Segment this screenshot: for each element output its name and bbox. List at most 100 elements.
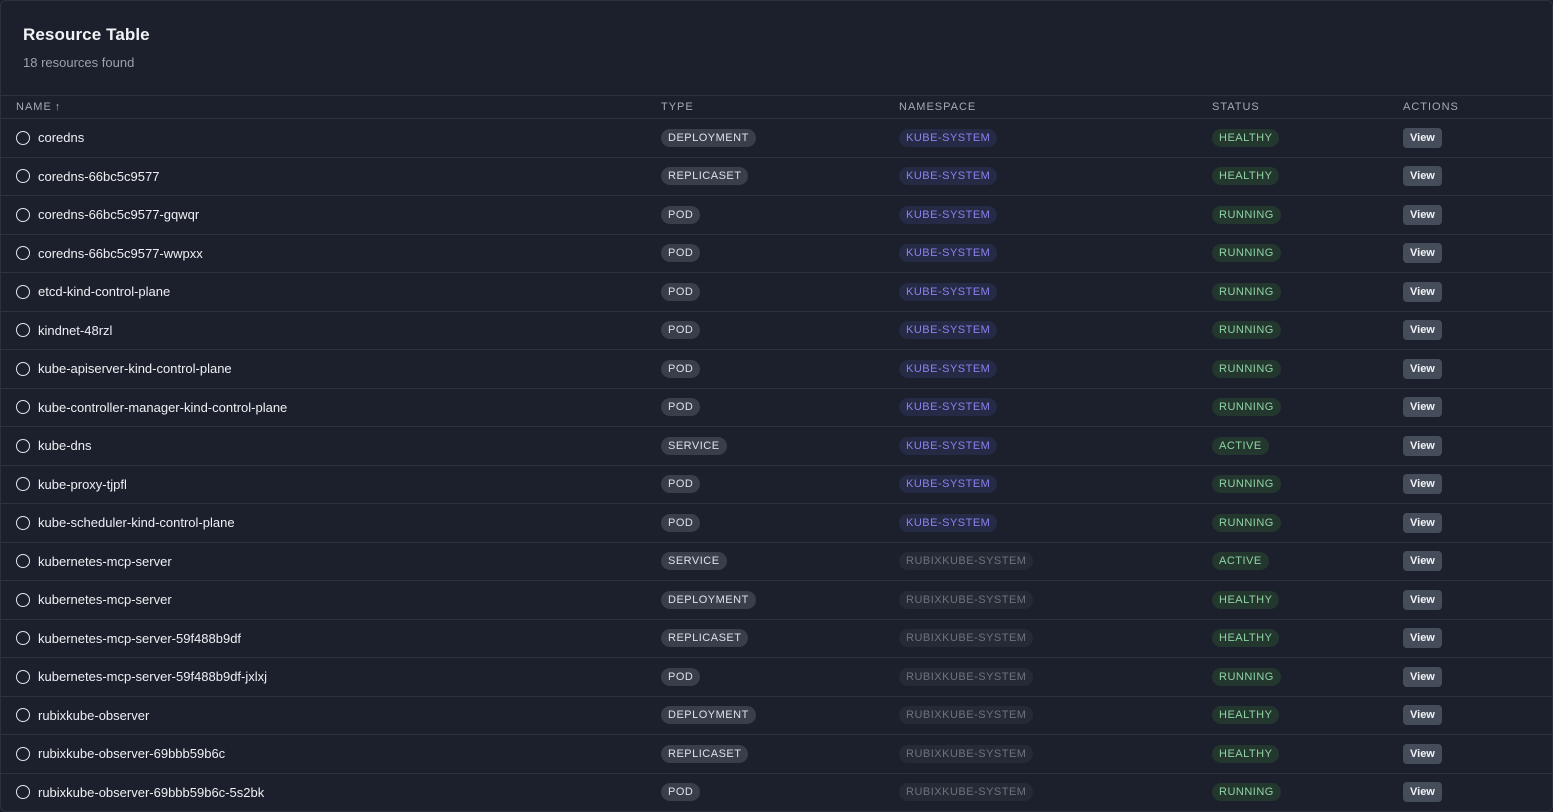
cell-actions: View	[1403, 311, 1552, 350]
cell-status: RUNNING	[1212, 234, 1403, 273]
column-header-type[interactable]: TYPE	[661, 96, 899, 119]
cell-actions: View	[1403, 273, 1552, 312]
column-header-status[interactable]: STATUS	[1212, 96, 1403, 119]
column-header-actions: ACTIONS	[1403, 101, 1459, 113]
view-button[interactable]: View	[1403, 512, 1442, 533]
resource-name: kubernetes-mcp-server	[38, 592, 172, 608]
resource-name: rubixkube-observer	[38, 707, 150, 723]
table-row[interactable]: rubixkube-observer DEPLOYMENT RUBIXKUBE-SY…	[1, 696, 1552, 735]
type-badge: DEPLOYMENT	[661, 706, 756, 725]
table-row[interactable]: kindnet-48rzl POD KUBE-SYSTEM RUNNING View	[1, 311, 1552, 350]
type-badge: SERVICE	[661, 436, 727, 455]
row-select-radio[interactable]	[16, 785, 30, 800]
view-button[interactable]: View	[1403, 166, 1442, 187]
cell-name: etcd-kind-control-plane	[1, 273, 661, 312]
table-row[interactable]: kube-controller-manager-kind-control-pla…	[1, 388, 1552, 427]
resource-table-panel: Resource Table 18 resources found NAME ↑ …	[0, 0, 1553, 812]
view-button[interactable]: View	[1403, 782, 1442, 803]
sort-ascending-icon[interactable]: ↑	[55, 101, 62, 113]
column-header-namespace[interactable]: NAMESPACE	[899, 96, 1212, 119]
row-select-radio[interactable]	[16, 669, 30, 684]
view-button[interactable]: View	[1403, 281, 1442, 302]
view-button[interactable]: View	[1403, 127, 1442, 148]
table-row[interactable]: rubixkube-observer-69bbb59b6c-5s2bk POD RU…	[1, 773, 1552, 811]
status-badge: ACTIVE	[1212, 436, 1269, 455]
cell-namespace: KUBE-SYSTEM	[899, 273, 1212, 312]
cell-namespace: KUBE-SYSTEM	[899, 504, 1212, 543]
cell-namespace: KUBE-SYSTEM	[899, 196, 1212, 235]
table-row[interactable]: coredns-66bc5c9577 REPLICASET KUBE-SYSTEM H…	[1, 157, 1552, 196]
name-wrap: etcd-kind-control-plane	[16, 284, 661, 299]
view-button[interactable]: View	[1403, 397, 1442, 418]
cell-namespace: RUBIXKUBE-SYSTEM	[899, 542, 1212, 581]
row-select-radio[interactable]	[16, 438, 30, 453]
view-button[interactable]: View	[1403, 628, 1442, 649]
row-select-radio[interactable]	[16, 400, 30, 415]
row-select-radio[interactable]	[16, 554, 30, 569]
resource-name: kubernetes-mcp-server	[38, 553, 172, 569]
row-select-radio[interactable]	[16, 631, 30, 646]
column-header-name[interactable]: NAME ↑	[1, 96, 661, 119]
view-button[interactable]: View	[1403, 474, 1442, 495]
row-select-radio[interactable]	[16, 592, 30, 607]
row-select-radio[interactable]	[16, 323, 30, 338]
name-wrap: kube-scheduler-kind-control-plane	[16, 515, 661, 530]
view-button[interactable]: View	[1403, 589, 1442, 610]
view-button[interactable]: View	[1403, 204, 1442, 225]
table-row[interactable]: kubernetes-mcp-server-59f488b9df REPLICAS…	[1, 619, 1552, 658]
row-select-radio[interactable]	[16, 361, 30, 376]
row-select-radio[interactable]	[16, 169, 30, 184]
resource-name: kube-dns	[38, 438, 92, 454]
namespace-badge: RUBIXKUBE-SYSTEM	[899, 552, 1034, 571]
row-select-radio[interactable]	[16, 515, 30, 530]
cell-type: DEPLOYMENT	[661, 119, 899, 158]
view-button[interactable]: View	[1403, 358, 1442, 379]
cell-namespace: RUBIXKUBE-SYSTEM	[899, 735, 1212, 774]
table-row[interactable]: etcd-kind-control-plane POD KUBE-SYSTEM RUN…	[1, 273, 1552, 312]
cell-status: HEALTHY	[1212, 696, 1403, 735]
view-button[interactable]: View	[1403, 435, 1442, 456]
cell-namespace: KUBE-SYSTEM	[899, 388, 1212, 427]
resource-count: 18 resources found	[23, 55, 135, 70]
view-button[interactable]: View	[1403, 743, 1442, 764]
cell-status: RUNNING	[1212, 196, 1403, 235]
table-row[interactable]: kube-proxy-tjpfl POD KUBE-SYSTEM RUNNING Vie…	[1, 465, 1552, 504]
row-select-radio[interactable]	[16, 207, 30, 222]
table-row[interactable]: kubernetes-mcp-server SERVICE RUBIXKUBE-SY…	[1, 542, 1552, 581]
type-badge: REPLICASET	[661, 744, 749, 763]
view-button[interactable]: View	[1403, 666, 1442, 687]
table-body: coredns DEPLOYMENT KUBE-SYSTEM HEALTHY View c…	[1, 119, 1552, 811]
view-button[interactable]: View	[1403, 551, 1442, 572]
cell-namespace: RUBIXKUBE-SYSTEM	[899, 658, 1212, 697]
view-button[interactable]: View	[1403, 243, 1442, 264]
status-badge: RUNNING	[1212, 513, 1281, 532]
row-select-radio[interactable]	[16, 477, 30, 492]
cell-status: RUNNING	[1212, 273, 1403, 312]
table-row[interactable]: kubernetes-mcp-server DEPLOYMENT RUBIXKUBE…	[1, 581, 1552, 619]
cell-actions: View	[1403, 234, 1552, 273]
row-select-radio[interactable]	[16, 746, 30, 761]
namespace-badge: KUBE-SYSTEM	[899, 513, 998, 532]
table-row[interactable]: rubixkube-observer-69bbb59b6c REPLICASET R…	[1, 735, 1552, 774]
status-badge: HEALTHY	[1212, 167, 1280, 186]
table-row[interactable]: coredns-66bc5c9577-wwpxx POD KUBE-SYSTEM RU…	[1, 234, 1552, 273]
status-badge: ACTIVE	[1212, 552, 1269, 571]
table-row[interactable]: coredns DEPLOYMENT KUBE-SYSTEM HEALTHY View	[1, 119, 1552, 158]
row-select-radio[interactable]	[16, 708, 30, 723]
view-button[interactable]: View	[1403, 320, 1442, 341]
row-select-radio[interactable]	[16, 246, 30, 261]
table-row[interactable]: kubernetes-mcp-server-59f488b9df-jxlxj PO…	[1, 658, 1552, 697]
row-select-radio[interactable]	[16, 284, 30, 299]
table-row[interactable]: kube-apiserver-kind-control-plane POD KUBE…	[1, 350, 1552, 388]
table-row[interactable]: kube-dns SERVICE KUBE-SYSTEM ACTIVE View	[1, 427, 1552, 465]
view-button[interactable]: View	[1403, 705, 1442, 726]
table-row[interactable]: coredns-66bc5c9577-gqwqr POD KUBE-SYSTEM RU…	[1, 196, 1552, 235]
row-select-radio[interactable]	[16, 130, 30, 145]
table-row[interactable]: kube-scheduler-kind-control-plane POD KUBE…	[1, 504, 1552, 543]
cell-name: rubixkube-observer-69bbb59b6c	[1, 735, 661, 774]
cell-status: RUNNING	[1212, 504, 1403, 543]
cell-type: SERVICE	[661, 542, 899, 581]
cell-actions: View	[1403, 773, 1552, 811]
status-badge: HEALTHY	[1212, 629, 1280, 648]
resource-name: coredns-66bc5c9577-wwpxx	[38, 245, 203, 261]
